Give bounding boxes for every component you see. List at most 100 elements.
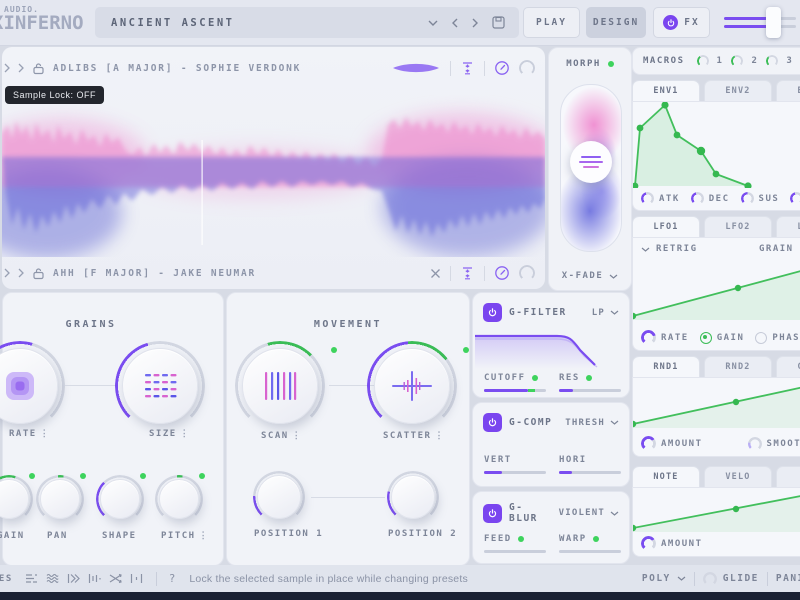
sample2-gain-knob[interactable] [519, 265, 535, 281]
design-tab[interactable]: DESIGN [586, 7, 646, 38]
tab-env3[interactable]: ENV3 [776, 80, 800, 101]
mod-graph[interactable] [633, 488, 800, 532]
help-icon[interactable]: ? [169, 572, 176, 585]
warp-slider[interactable] [559, 550, 621, 553]
skip-forward-icon[interactable] [67, 573, 81, 584]
tab-note[interactable]: NOTE [632, 466, 700, 487]
grains-shape-knob[interactable] [96, 475, 144, 523]
env-atk-knob[interactable] [641, 192, 654, 205]
movement-scatter-knob[interactable] [367, 341, 457, 431]
gcomp-power-button[interactable] [483, 413, 502, 432]
preset-bar[interactable]: ANCIENT ASCENT [95, 7, 519, 38]
shuffle-icon[interactable] [109, 573, 123, 584]
size-menu-dots[interactable]: ⋮ [180, 429, 191, 439]
sample1-lock-icon[interactable] [32, 62, 45, 75]
rate-menu-dots[interactable]: ⋮ [40, 429, 51, 439]
rnd-graph[interactable] [633, 378, 800, 428]
output-slider[interactable] [724, 7, 796, 38]
macro2-knob[interactable] [731, 55, 743, 67]
grains-pan-knob[interactable] [36, 475, 84, 523]
gcomp-mode-select[interactable]: THRESH [565, 418, 619, 428]
res-slider[interactable] [559, 389, 621, 392]
env-rel-knob[interactable] [790, 192, 800, 205]
position1-knob[interactable] [253, 471, 305, 523]
sample2-close-icon[interactable] [430, 268, 441, 279]
poly-chevron-icon[interactable] [677, 576, 686, 581]
morph-mode-select[interactable]: X-FADE [549, 271, 631, 281]
sample1-lens-icon[interactable] [391, 61, 441, 75]
sample2-expand-icon[interactable] [18, 268, 24, 278]
lfo-rate-knob[interactable] [641, 330, 656, 345]
tab-lfo2[interactable]: LFO2 [704, 216, 772, 237]
sample1-collapse-icon[interactable] [4, 63, 10, 73]
macro1-knob[interactable] [697, 55, 709, 67]
gblur-mode-select[interactable]: VIOLENT [559, 508, 619, 518]
tab-mod[interactable]: MOD [776, 466, 800, 487]
poly-mode-select[interactable]: POLY [642, 573, 671, 584]
sample1-snap-icon[interactable] [460, 61, 475, 76]
grains-rate-knob[interactable] [0, 341, 65, 431]
feed-slider[interactable] [484, 550, 546, 553]
rnd-amount-knob[interactable] [641, 436, 656, 451]
pitch-menu-dots[interactable]: ⋮ [199, 531, 210, 541]
grains-pitch-knob[interactable] [155, 475, 203, 523]
play-tab[interactable]: PLAY [523, 7, 580, 38]
sample1-name[interactable]: ADLIBS [A MAJOR] - SOPHIE VERDONK [53, 63, 301, 74]
env-dec-knob[interactable] [691, 192, 704, 205]
env-sus-knob[interactable] [741, 192, 754, 205]
glide-knob[interactable] [703, 572, 717, 586]
gfilter-mode-select[interactable]: LP [592, 308, 619, 318]
preset-next-icon[interactable] [472, 18, 478, 28]
gblur-power-button[interactable] [483, 504, 502, 523]
position2-knob[interactable] [387, 471, 439, 523]
preset-prev-icon[interactable] [452, 18, 458, 28]
bars-icon[interactable] [130, 573, 144, 584]
tab-env2[interactable]: ENV2 [704, 80, 772, 101]
fx-power-icon[interactable] [663, 15, 678, 30]
vert-slider[interactable] [484, 471, 546, 474]
lfo-gain-radio[interactable] [700, 332, 712, 344]
morph-slider[interactable] [560, 84, 622, 252]
sample2-snap-icon[interactable] [460, 266, 475, 281]
morph-slider-handle[interactable] [570, 141, 612, 183]
lfo-phase-radio[interactable] [755, 332, 767, 344]
waveform-display[interactable] [2, 95, 545, 257]
lfo-graph[interactable] [633, 256, 800, 322]
gfilter-curve[interactable] [473, 329, 629, 369]
sample1-gain-knob[interactable] [519, 60, 535, 76]
macro3-knob[interactable] [766, 55, 778, 67]
tab-lfo3[interactable]: LFO3 [776, 216, 800, 237]
sample2-name[interactable]: AHH [F MAJOR] - JAKE NEUMAR [53, 268, 256, 279]
retrig-chevron-icon[interactable] [641, 247, 650, 252]
statusbar-left-fragment[interactable]: TES [0, 574, 13, 584]
grains-size-knob[interactable] [115, 341, 205, 431]
tab-rnd1[interactable]: RND1 [632, 356, 700, 377]
sample1-gauge-icon[interactable] [494, 60, 510, 76]
gfilter-power-button[interactable] [483, 303, 502, 322]
movement-scan-knob[interactable] [235, 341, 325, 431]
tab-rnd2[interactable]: RND2 [704, 356, 772, 377]
playhead-cursor[interactable] [202, 140, 203, 245]
preset-dropdown-icon[interactable] [428, 20, 438, 26]
scan-menu-dots[interactable]: ⋮ [292, 431, 303, 441]
lfo-retrig-label[interactable]: RETRIG [656, 244, 698, 254]
cutoff-slider[interactable] [484, 389, 546, 392]
panic-button[interactable]: PANIC [776, 573, 800, 584]
lfo-grain-sync-label[interactable]: GRAIN SYNC [759, 244, 800, 254]
scatter-menu-dots[interactable]: ⋮ [434, 431, 445, 441]
sample2-gauge-icon[interactable] [494, 265, 510, 281]
sample1-expand-icon[interactable] [18, 63, 24, 73]
meter-bars-icon[interactable] [88, 573, 102, 584]
waves-icon[interactable] [46, 573, 60, 584]
env-graph[interactable] [633, 102, 800, 188]
sample2-lock-icon[interactable] [32, 267, 45, 280]
tab-env1[interactable]: ENV1 [632, 80, 700, 101]
output-slider-handle[interactable] [766, 7, 781, 38]
sample2-collapse-icon[interactable] [4, 268, 10, 278]
hori-slider[interactable] [559, 471, 621, 474]
tab-crnd[interactable]: CRND [776, 356, 800, 377]
tab-lfo1[interactable]: LFO1 [632, 216, 700, 237]
fx-tab[interactable]: FX [653, 7, 710, 38]
mod-amount-knob[interactable] [641, 536, 656, 551]
rnd-smoothing-knob[interactable] [748, 437, 762, 451]
